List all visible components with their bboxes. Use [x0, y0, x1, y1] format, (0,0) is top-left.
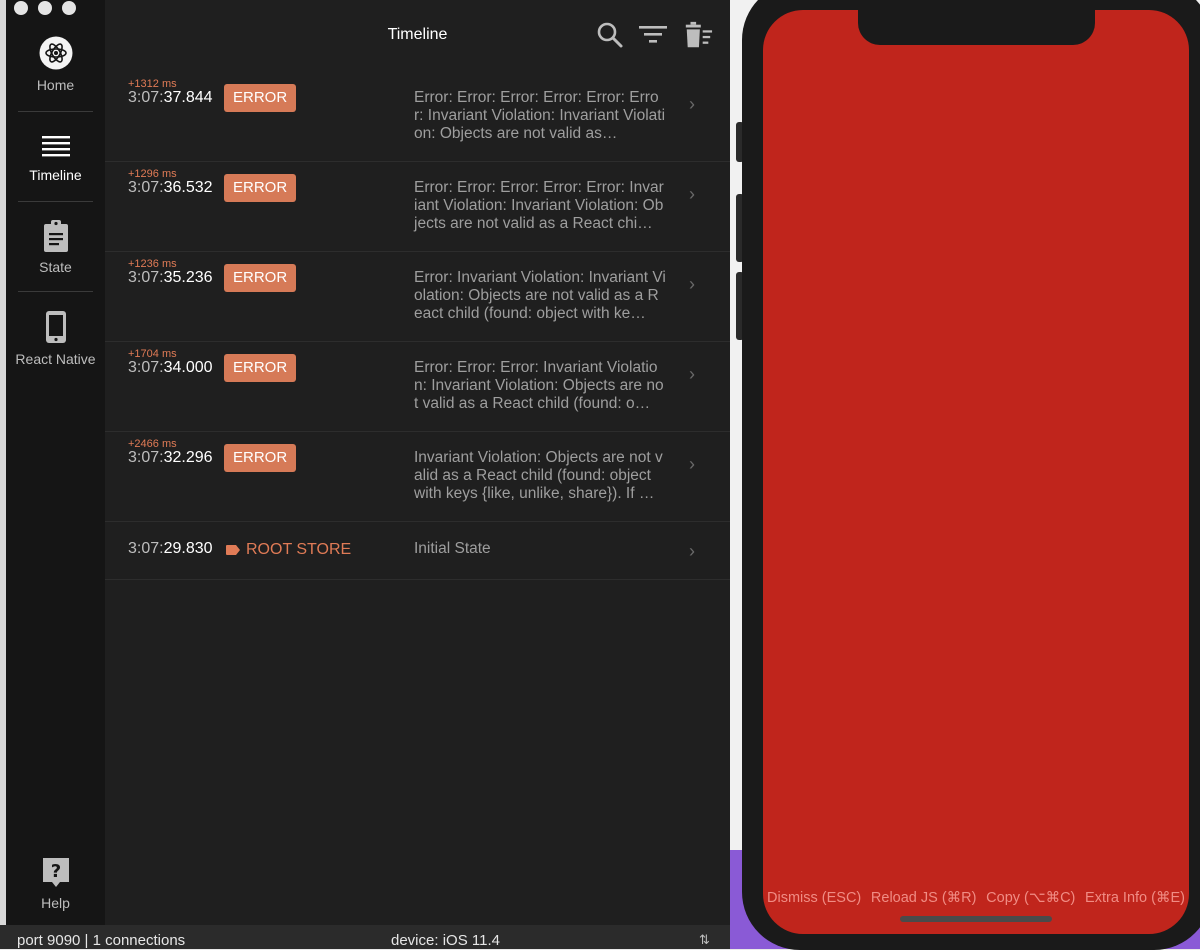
sidebar: Home Timeline State React Native ? Help [6, 0, 105, 925]
device-notch [858, 0, 1095, 45]
window-controls [14, 1, 76, 15]
sidebar-item-label: State [39, 259, 72, 275]
timeline-row[interactable]: +1704 ms 3:07:34.000 ERROR Error: Error:… [105, 342, 730, 432]
error-badge: ERROR [224, 444, 297, 472]
error-badge: ERROR [224, 354, 297, 382]
sidebar-item-label: Timeline [29, 167, 82, 183]
sidebar-divider [18, 111, 93, 112]
sidebar-item-label: Help [41, 895, 70, 911]
timestamp: 3:07:36.532 [128, 179, 213, 196]
device-status: device: iOS 11.4 [391, 932, 500, 949]
home-indicator[interactable] [900, 916, 1052, 922]
sidebar-item-state[interactable]: State [6, 220, 105, 275]
timestamp: 3:07:37.844 [128, 89, 213, 106]
copy-button[interactable]: Copy (⌥⌘C) [986, 890, 1075, 906]
chevron-right-icon: › [689, 274, 695, 294]
row-message: Error: Error: Error: Error: Error: Invar… [414, 179, 664, 232]
chevron-right-icon: › [689, 541, 695, 561]
chevron-right-icon: › [689, 184, 695, 204]
page-title: Timeline [387, 26, 448, 43]
minimize-window-button[interactable] [38, 1, 52, 15]
timestamp: 3:07:34.000 [128, 359, 213, 376]
timeline-row[interactable]: +1236 ms 3:07:35.236 ERROR Error: Invari… [105, 252, 730, 342]
sidebar-item-label: Home [36, 77, 75, 93]
zoom-window-button[interactable] [62, 1, 76, 15]
timeline-panel: Timeline +1312 ms 3:07:37.844 ERROR Erro… [105, 0, 730, 925]
sidebar-divider [18, 291, 93, 292]
status-bar: port 9090 | 1 connections device: iOS 11… [0, 925, 730, 949]
sidebar-divider [18, 201, 93, 202]
extra-info-button[interactable]: Extra Info (⌘E) [1085, 890, 1185, 906]
sidebar-item-react-native[interactable]: React Native [6, 310, 105, 367]
sidebar-item-timeline[interactable]: Timeline [6, 134, 105, 183]
filter-icon[interactable] [638, 20, 668, 50]
redbox-action-bar: Dismiss (ESC) Reload JS (⌘R) Copy (⌥⌘C) … [763, 890, 1189, 906]
connection-status: port 9090 | 1 connections [17, 932, 186, 949]
timeline-list: +1312 ms 3:07:37.844 ERROR Error: Error:… [105, 72, 730, 580]
trash-icon[interactable] [683, 20, 713, 50]
header: Timeline [105, 0, 730, 72]
dismiss-button[interactable]: Dismiss (ESC) [767, 890, 861, 906]
chevron-right-icon: › [689, 454, 695, 474]
reload-js-button[interactable]: Reload JS (⌘R) [871, 890, 977, 906]
reactotron-window: Home Timeline State React Native ? Help … [0, 0, 730, 949]
list-icon [41, 136, 70, 157]
svg-text:?: ? [50, 861, 60, 882]
arrows-updown-icon[interactable]: ⇅ [699, 932, 710, 948]
timeline-row[interactable]: +1296 ms 3:07:36.532 ERROR Error: Error:… [105, 162, 730, 252]
sidebar-item-help[interactable]: ? Help [6, 856, 105, 911]
help-icon: ? [42, 858, 69, 887]
clipboard-icon [43, 220, 68, 252]
root-store-label: ROOT STORE [226, 541, 351, 559]
chevron-right-icon: › [689, 364, 695, 384]
search-icon[interactable] [595, 20, 625, 50]
row-message: Error: Error: Error: Error: Error: Error… [414, 89, 666, 142]
redbox-screen[interactable]: Dismiss (ESC) Reload JS (⌘R) Copy (⌥⌘C) … [763, 10, 1189, 934]
timeline-row-state[interactable]: 3:07:29.830 ROOT STORE Initial State › [105, 522, 730, 580]
row-message: Initial State [414, 540, 491, 557]
row-message: Error: Invariant Violation: Invariant Vi… [414, 269, 666, 322]
close-window-button[interactable] [14, 1, 28, 15]
phone-icon [45, 311, 66, 343]
timeline-row[interactable]: +2466 ms 3:07:32.296 ERROR Invariant Vio… [105, 432, 730, 522]
error-badge: ERROR [224, 264, 297, 292]
timestamp: 3:07:35.236 [128, 269, 213, 286]
chevron-right-icon: › [689, 94, 695, 114]
error-badge: ERROR [224, 84, 297, 112]
timestamp: 3:07:29.830 [128, 540, 213, 557]
row-message: Error: Error: Error: Invariant Violation… [414, 359, 664, 412]
atom-icon [39, 36, 72, 70]
row-message: Invariant Violation: Objects are not val… [414, 449, 663, 502]
sidebar-item-label: React Native [15, 351, 96, 367]
timestamp: 3:07:32.296 [128, 449, 213, 466]
timeline-row[interactable]: +1312 ms 3:07:37.844 ERROR Error: Error:… [105, 72, 730, 162]
tag-icon [226, 545, 240, 555]
sidebar-item-home[interactable]: Home [6, 36, 105, 93]
error-badge: ERROR [224, 174, 297, 202]
